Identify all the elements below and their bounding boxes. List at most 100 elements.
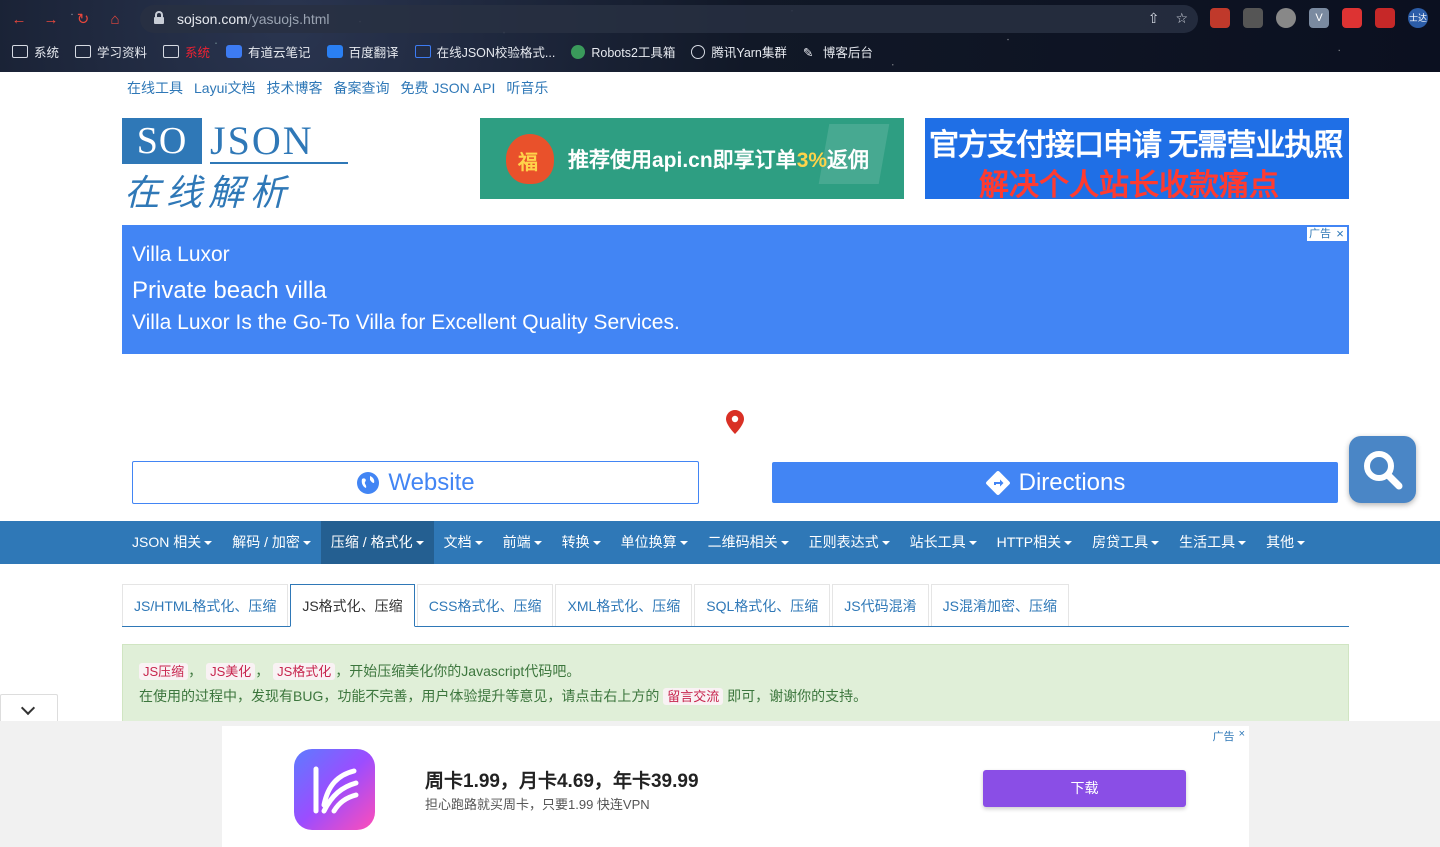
topnav-music[interactable]: 听音乐 xyxy=(506,78,548,98)
bookmark-label: 博客后台 xyxy=(822,46,873,60)
caret-down-icon xyxy=(533,541,542,546)
nav-compress-format[interactable]: 压缩 / 格式化 xyxy=(320,521,434,564)
banner-ad-payment-line1: 官方支付接口申请 无需营业执照 xyxy=(929,129,1343,162)
home-icon[interactable]: ⌂ xyxy=(106,8,124,30)
tab-css-format[interactable]: CSS格式化、压缩 xyxy=(416,584,554,626)
profile-avatar[interactable]: 士达 xyxy=(1408,8,1428,28)
banner-ad-payment-line2: 解决个人站长收款痛点 xyxy=(979,169,1279,199)
lucky-bag-icon xyxy=(506,134,554,184)
topnav-icp-lookup[interactable]: 备案查询 xyxy=(333,78,389,98)
nav-mortgage[interactable]: 房贷工具 xyxy=(1082,521,1169,564)
villa-ad[interactable]: Villa Luxor Private beach villa Villa Lu… xyxy=(122,225,1349,354)
topnav-tech-blog[interactable]: 技术博客 xyxy=(266,78,322,98)
chevron-down-icon xyxy=(20,700,36,716)
extension-puzzle-icon[interactable] xyxy=(1342,8,1362,28)
nav-qrcode[interactable]: 二维码相关 xyxy=(698,521,799,564)
bookmark-star-icon[interactable]: ☆ xyxy=(1175,10,1188,27)
banner-ad-api-text: 推荐使用api.cn即享订单3%返佣 xyxy=(568,149,870,172)
nav-convert[interactable]: 转换 xyxy=(552,521,611,564)
extension-cloud-icon[interactable] xyxy=(1243,8,1263,28)
tab-xml-format[interactable]: XML格式化、压缩 xyxy=(555,584,693,626)
bookmark-link[interactable]: 百度翻译 xyxy=(326,42,399,61)
url-text[interactable]: sojson.com/yasuojs.html xyxy=(177,11,330,27)
caret-down-icon xyxy=(1151,541,1160,546)
bottom-vpn-ad[interactable]: 周卡1.99，月卡4.69，年卡39.99 担心跑路就买周卡，只要1.99 快连… xyxy=(222,726,1249,847)
globe-icon xyxy=(691,44,706,59)
extension-v-icon[interactable]: V xyxy=(1309,8,1329,28)
tool-tabs: JS/HTML格式化、压缩 JS格式化、压缩 CSS格式化、压缩 XML格式化、… xyxy=(122,584,1349,627)
robots-icon xyxy=(571,44,586,59)
nav-json[interactable]: JSON 相关 xyxy=(122,521,222,564)
villa-ad-title: Villa Luxor xyxy=(132,243,230,266)
map-pin-icon xyxy=(726,410,744,434)
site-top-nav: 在线工具 Layui文档 技术博客 备案查询 免费 JSON API 听音乐 xyxy=(127,78,548,98)
tab-sql-format[interactable]: SQL格式化、压缩 xyxy=(694,584,831,626)
browser-nav-buttons: ← → ↻ ⌂ xyxy=(10,8,124,30)
share-icon[interactable]: ⇧ xyxy=(1148,10,1160,27)
directions-button[interactable]: Directions xyxy=(772,462,1338,503)
reload-icon[interactable]: ↻ xyxy=(74,8,92,30)
logo-so: SO xyxy=(122,118,202,164)
bookmark-folder[interactable]: 系统 xyxy=(163,42,210,61)
extension-reader-icon[interactable] xyxy=(1375,8,1395,28)
nav-frontend[interactable]: 前端 xyxy=(493,521,552,564)
tab-js-format[interactable]: JS格式化、压缩 xyxy=(290,584,415,627)
bookmark-folder[interactable]: 系统 xyxy=(12,42,59,61)
topnav-layui-docs[interactable]: Layui文档 xyxy=(194,78,255,98)
tag-js-format: JS格式化 xyxy=(273,663,336,680)
globe-icon xyxy=(357,471,380,494)
alert-line-2-text: 在使用的过程中，发现有BUG，功能不完善，用户体验提升等意见，请点击右上方的 xyxy=(139,688,660,704)
tag-js-compress: JS压缩 xyxy=(139,663,189,680)
forward-arrow-icon[interactable]: → xyxy=(42,8,60,30)
bookmark-folder[interactable]: 学习资料 xyxy=(75,42,147,61)
ad-choices[interactable]: 广告 × xyxy=(1307,227,1347,241)
tab-js-obfuscate[interactable]: JS代码混淆 xyxy=(832,584,929,626)
close-icon[interactable]: × xyxy=(1333,227,1347,241)
ad-choices[interactable]: 广告 × xyxy=(1213,728,1245,744)
caret-down-icon xyxy=(474,541,483,546)
bookmark-link[interactable]: 腾讯Yarn集群 xyxy=(691,42,787,61)
topnav-online-tools[interactable]: 在线工具 xyxy=(127,78,183,98)
website-button[interactable]: Website xyxy=(132,461,699,504)
banner-ad-api[interactable]: 推荐使用api.cn即享订单3%返佣 xyxy=(480,118,904,199)
note-icon xyxy=(226,45,243,58)
extension-icons: V 士达 xyxy=(1210,8,1428,28)
bookmarks-bar: 系统 学习资料 系统 有道云笔记 百度翻译 在线JSON校验格式... Robo… xyxy=(12,42,873,61)
caret-down-icon xyxy=(302,541,311,546)
close-icon[interactable]: × xyxy=(1239,728,1245,744)
folder-icon xyxy=(12,45,28,58)
collapse-ad-tab[interactable] xyxy=(0,694,58,722)
nav-http[interactable]: HTTP相关 xyxy=(987,521,1083,564)
extension-globe-icon[interactable] xyxy=(1276,8,1296,28)
bookmark-label: 学习资料 xyxy=(97,46,148,60)
nav-life-tools[interactable]: 生活工具 xyxy=(1169,521,1256,564)
alert-line-1-text: ，开始压缩美化你的Javascript代码吧。 xyxy=(335,663,581,679)
bookmark-link[interactable]: 有道云笔记 xyxy=(226,42,311,61)
site-logo[interactable]: SO JSON 在线解析 xyxy=(122,118,348,214)
topnav-json-api[interactable]: 免费 JSON API xyxy=(400,78,495,98)
banner-ad-payment[interactable]: 官方支付接口申请 无需营业执照 解决个人站长收款痛点 xyxy=(925,118,1349,199)
feedback-link[interactable]: 留言交流 xyxy=(663,688,724,705)
blog-icon: ✎ xyxy=(802,46,814,60)
tab-js-html-format[interactable]: JS/HTML格式化、压缩 xyxy=(122,584,289,626)
caret-down-icon xyxy=(415,541,424,546)
search-button[interactable] xyxy=(1349,436,1416,503)
nav-decode-encrypt[interactable]: 解码 / 加密 xyxy=(222,521,321,564)
bookmark-link[interactable]: 在线JSON校验格式... xyxy=(414,42,555,61)
nav-other[interactable]: 其他 xyxy=(1256,521,1315,564)
alert-line-2: 在使用的过程中，发现有BUG，功能不完善，用户体验提升等意见，请点击右上方的 留… xyxy=(139,684,1332,709)
bookmark-link[interactable]: ✎ 博客后台 xyxy=(803,42,873,61)
nav-unit-convert[interactable]: 单位换算 xyxy=(611,521,698,564)
directions-label: Directions xyxy=(1018,468,1126,496)
vpn-ad-title: 周卡1.99，月卡4.69，年卡39.99 xyxy=(425,771,699,792)
extension-flag-icon[interactable] xyxy=(1210,8,1230,28)
download-button[interactable]: 下载 xyxy=(983,770,1186,807)
back-arrow-icon[interactable]: ← xyxy=(10,8,28,30)
tag-js-beautify: JS美化 xyxy=(206,663,256,680)
tab-js-obfuscate-encrypt[interactable]: JS混淆加密、压缩 xyxy=(930,584,1069,626)
address-bar[interactable]: sojson.com/yasuojs.html ⇧ ☆ xyxy=(140,5,1198,33)
nav-webmaster[interactable]: 站长工具 xyxy=(900,521,987,564)
bookmark-link[interactable]: Robots2工具箱 xyxy=(571,42,675,61)
nav-regex[interactable]: 正则表达式 xyxy=(799,521,900,564)
nav-docs[interactable]: 文档 xyxy=(434,521,493,564)
